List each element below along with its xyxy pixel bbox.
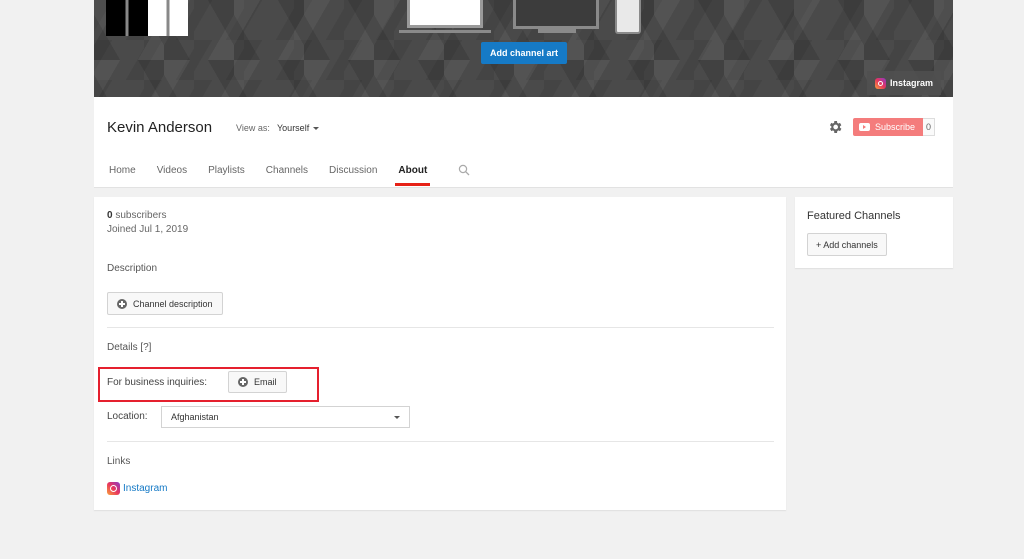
add-email-button[interactable]: Email [228,371,287,393]
search-icon[interactable] [458,164,470,176]
location-select[interactable]: Afghanistan [161,406,410,428]
channel-banner: Add channel art Instagram [94,0,953,97]
instagram-icon [874,77,886,89]
channel-header: Kevin Anderson View as: Yourself Subscri… [94,97,953,188]
tab-home[interactable]: Home [109,165,136,186]
tab-videos[interactable]: Videos [157,165,187,186]
location-value: Afghanistan [171,412,219,422]
about-panel: 0 subscribers Joined Jul 1, 2019 Descrip… [94,197,786,510]
instagram-link-label: Instagram [123,483,168,494]
description-title: Description [107,263,158,274]
instagram-icon [107,482,120,495]
tab-about[interactable]: About [395,165,431,186]
subscribers-suffix: subscribers [112,210,167,221]
channel-avatar[interactable] [106,0,188,36]
featured-channels-title: Featured Channels [807,210,901,222]
location-label: Location: [107,411,148,422]
channel-description-label: Channel description [133,298,213,309]
laptop-icon [407,0,483,28]
subscriber-count: 0 [923,118,936,136]
gear-icon[interactable] [827,119,843,135]
links-title: Links [107,456,131,467]
divider [107,327,774,328]
add-channels-button[interactable]: + Add channels [807,233,887,256]
channel-name: Kevin Anderson [107,119,213,136]
channel-description-button[interactable]: Channel description [107,292,223,315]
tab-discussion[interactable]: Discussion [329,165,377,186]
add-channel-art-button[interactable]: Add channel art [481,42,567,64]
add-circle-icon [117,298,127,309]
tab-channels[interactable]: Channels [266,165,308,186]
email-label: Email [254,377,277,387]
featured-channels-panel: Featured Channels + Add channels [795,197,953,268]
youtube-play-icon [859,123,870,131]
details-title[interactable]: Details [?] [107,342,151,353]
channel-page: Add channel art Instagram Kevin Anderson… [94,0,953,188]
phone-icon [615,0,641,34]
view-as-label: View as: [236,123,270,133]
divider [107,441,774,442]
subscribe-button[interactable]: Subscribe 0 [853,118,936,136]
subscribers-stat: 0 subscribers [107,210,166,221]
tv-icon [513,0,599,29]
chevron-down-icon [394,416,400,419]
view-as-dropdown[interactable]: Yourself [277,123,320,133]
banner-link-label: Instagram [889,78,933,88]
business-inquiries-label: For business inquiries: [107,377,208,388]
tab-playlists[interactable]: Playlists [208,165,245,186]
channel-tabs: Home Videos Playlists Channels Discussio… [109,165,448,186]
add-circle-icon [238,377,248,387]
chevron-down-icon [313,127,320,131]
instagram-link[interactable]: Instagram [107,482,167,495]
joined-date: Joined Jul 1, 2019 [107,224,189,235]
view-as-value: Yourself [277,123,310,133]
subscribe-label: Subscribe [875,122,916,132]
banner-instagram-link[interactable]: Instagram [866,71,941,95]
